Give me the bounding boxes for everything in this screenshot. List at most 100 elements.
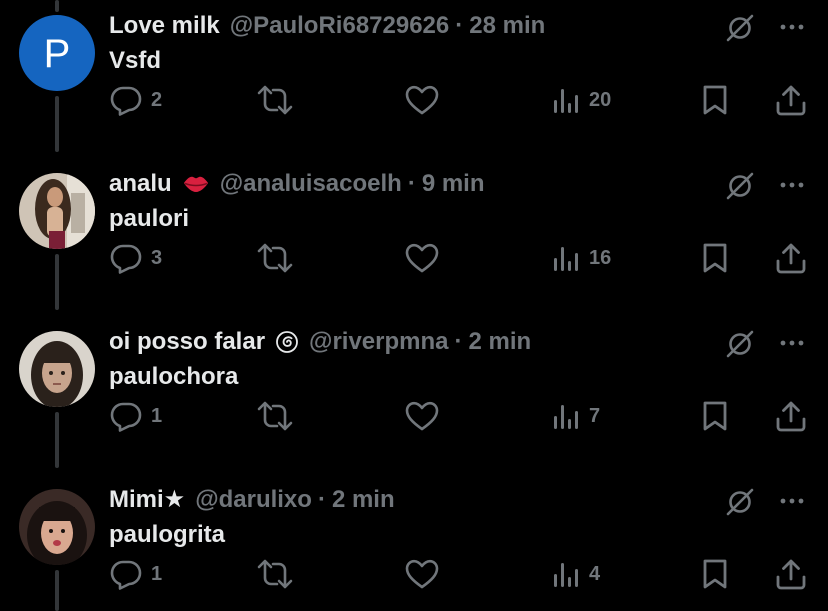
display-name[interactable]: analu (109, 168, 172, 200)
retweet-button[interactable] (255, 238, 303, 278)
heart-icon (405, 401, 439, 431)
heart-icon (405, 85, 439, 115)
reply-icon (110, 86, 142, 116)
tweet-text: Vsfd (109, 47, 162, 74)
action-bar: 1 4 (0, 554, 828, 594)
user-handle[interactable]: @riverpmna (309, 326, 448, 358)
share-button[interactable] (774, 238, 808, 278)
heart-icon (405, 559, 439, 589)
hidden-reply-icon[interactable] (724, 486, 756, 518)
bookmark-icon (703, 401, 727, 431)
spiral-emoji-icon (275, 330, 299, 354)
bookmark-icon (703, 85, 727, 115)
bookmark-button[interactable] (700, 554, 730, 594)
reply-tweet[interactable]: Mimi★ @darulixo · 2 min paulogrita 1 4 (0, 474, 828, 611)
timestamp[interactable]: 2 min (332, 484, 395, 516)
retweet-button[interactable] (255, 554, 303, 594)
reply-button[interactable]: 1 (109, 554, 162, 594)
hidden-reply-icon[interactable] (724, 12, 756, 44)
retweet-icon (257, 85, 293, 115)
share-icon (776, 559, 806, 590)
like-button[interactable] (404, 554, 448, 594)
reply-tweet[interactable]: analu @analuisacoelh · 9 min paulori 3 1… (0, 158, 828, 316)
more-options-icon[interactable] (777, 486, 807, 516)
views-chart-icon (554, 89, 578, 113)
share-button[interactable] (774, 396, 808, 436)
share-icon (776, 85, 806, 116)
timestamp[interactable]: 28 min (469, 10, 545, 42)
bookmark-icon (703, 559, 727, 589)
retweet-button[interactable] (255, 396, 303, 436)
bookmark-button[interactable] (700, 80, 730, 120)
reply-count: 1 (151, 404, 163, 427)
separator-dot: · (317, 486, 326, 513)
like-button[interactable] (404, 238, 448, 278)
avatar-letter: P (44, 32, 71, 76)
action-bar: 1 7 (0, 396, 828, 436)
separator-dot: · (454, 328, 463, 355)
tweet-text: paulogrita (109, 521, 226, 548)
share-button[interactable] (774, 80, 808, 120)
reply-icon (110, 402, 142, 432)
view-count: 20 (589, 88, 612, 111)
retweet-icon (257, 559, 293, 589)
share-icon (776, 243, 806, 274)
views-chart-icon (554, 247, 578, 271)
reply-icon (110, 560, 142, 590)
heart-icon (405, 243, 439, 273)
user-handle[interactable]: @darulixo (195, 484, 312, 516)
display-name[interactable]: Mimi★ (109, 484, 185, 516)
display-name[interactable]: Love milk (109, 10, 220, 42)
reply-count: 3 (151, 246, 163, 269)
display-name[interactable]: oi posso falar (109, 326, 265, 358)
tweet-header: analu @analuisacoelh · 9 min (109, 168, 485, 200)
reply-thread-feed: P Love milk @PauloRi68729626 · 28 min Vs… (0, 0, 828, 611)
hidden-reply-icon[interactable] (724, 328, 756, 360)
reply-count: 1 (151, 562, 163, 585)
reply-button[interactable]: 3 (109, 238, 162, 278)
reply-icon (110, 244, 142, 274)
reply-button[interactable]: 1 (109, 396, 162, 436)
separator-dot: · (407, 170, 416, 197)
more-options-icon[interactable] (777, 170, 807, 200)
retweet-icon (257, 243, 293, 273)
bookmark-button[interactable] (700, 238, 730, 278)
bookmark-icon (703, 243, 727, 273)
tweet-text: paulori (109, 205, 190, 232)
views-button[interactable]: 16 (551, 238, 611, 278)
like-button[interactable] (404, 396, 448, 436)
user-handle[interactable]: @analuisacoelh (220, 168, 402, 200)
timestamp[interactable]: 2 min (469, 326, 532, 358)
tweet-header: Love milk @PauloRi68729626 · 28 min (109, 10, 545, 42)
share-icon (776, 401, 806, 432)
reply-button[interactable]: 2 (109, 80, 162, 120)
share-button[interactable] (774, 554, 808, 594)
timestamp[interactable]: 9 min (422, 168, 485, 200)
view-count: 16 (589, 246, 612, 269)
view-count: 4 (589, 562, 601, 585)
tweet-header: Mimi★ @darulixo · 2 min (109, 484, 395, 516)
views-button[interactable]: 20 (551, 80, 611, 120)
reply-tweet[interactable]: oi posso falar @riverpmna · 2 min pauloc… (0, 316, 828, 474)
tweet-header: oi posso falar @riverpmna · 2 min (109, 326, 531, 358)
more-options-icon[interactable] (777, 328, 807, 358)
view-count: 7 (589, 404, 601, 427)
separator-dot: · (455, 12, 464, 39)
lips-emoji-icon (182, 173, 210, 195)
more-options-icon[interactable] (777, 12, 807, 42)
views-button[interactable]: 4 (551, 554, 600, 594)
views-button[interactable]: 7 (551, 396, 600, 436)
tweet-text: paulochora (109, 363, 239, 390)
reply-tweet[interactable]: P Love milk @PauloRi68729626 · 28 min Vs… (0, 0, 828, 158)
views-chart-icon (554, 405, 578, 429)
like-button[interactable] (404, 80, 448, 120)
action-bar: 2 20 (0, 80, 828, 120)
reply-count: 2 (151, 88, 163, 111)
action-bar: 3 16 (0, 238, 828, 278)
retweet-button[interactable] (255, 80, 303, 120)
user-handle[interactable]: @PauloRi68729626 (230, 10, 450, 42)
bookmark-button[interactable] (700, 396, 730, 436)
views-chart-icon (554, 563, 578, 587)
hidden-reply-icon[interactable] (724, 170, 756, 202)
retweet-icon (257, 401, 293, 431)
